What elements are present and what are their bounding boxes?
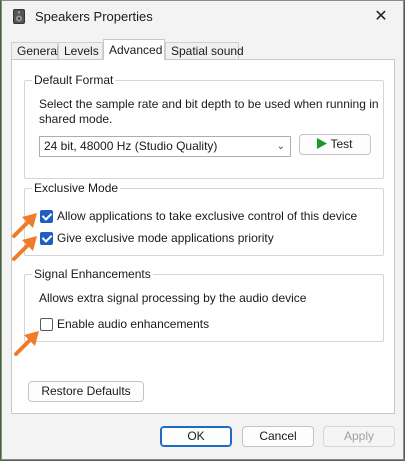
enable-enhancements-checkbox[interactable]: Enable audio enhancements — [40, 316, 209, 332]
tab-levels[interactable]: Levels — [58, 42, 103, 59]
window-title: Speakers Properties — [35, 9, 153, 24]
speakers-properties-dialog: Speakers Properties ✕ General Levels Adv… — [1, 0, 404, 460]
ok-button[interactable]: OK — [160, 426, 232, 447]
advanced-tab-panel: Default Format Select the sample rate an… — [11, 59, 395, 414]
chevron-down-icon: ⌄ — [276, 141, 285, 152]
default-format-description: Select the sample rate and bit depth to … — [39, 97, 379, 126]
title-bar: Speakers Properties ✕ — [2, 1, 403, 33]
checkbox-checked-icon — [40, 209, 53, 223]
play-icon — [317, 138, 328, 149]
test-button-label: Test — [330, 137, 353, 151]
exclusive-mode-label: Exclusive Mode — [32, 181, 121, 195]
speaker-icon — [13, 9, 25, 24]
cancel-button[interactable]: Cancel — [242, 426, 314, 447]
exclusive-mode-group: Exclusive Mode Allow applications to tak… — [24, 181, 384, 256]
tab-advanced[interactable]: Advanced — [103, 39, 165, 60]
signal-enhancements-group: Signal Enhancements Allows extra signal … — [24, 267, 384, 342]
default-format-group: Default Format Select the sample rate an… — [24, 73, 384, 179]
format-select-value: 24 bit, 48000 Hz (Studio Quality) — [44, 139, 218, 153]
tab-general[interactable]: General — [11, 42, 60, 59]
enable-enhancements-label: Enable audio enhancements — [57, 317, 210, 331]
apply-button[interactable]: Apply — [323, 426, 395, 447]
annotation-arrow-icon — [14, 331, 39, 356]
format-select[interactable]: 24 bit, 48000 Hz (Studio Quality) ⌄ — [39, 136, 291, 157]
restore-defaults-button[interactable]: Restore Defaults — [28, 381, 144, 402]
exclusive-priority-checkbox[interactable]: Give exclusive mode applications priorit… — [40, 230, 274, 246]
signal-enhancements-label: Signal Enhancements — [32, 267, 153, 281]
exclusive-priority-label: Give exclusive mode applications priorit… — [57, 231, 274, 245]
close-icon: ✕ — [374, 8, 388, 25]
checkbox-checked-icon — [40, 231, 53, 245]
exclusive-control-label: Allow applications to take exclusive con… — [57, 209, 358, 223]
exclusive-control-checkbox[interactable]: Allow applications to take exclusive con… — [40, 208, 357, 224]
signal-enhancements-description: Allows extra signal processing by the au… — [39, 291, 307, 305]
tab-spatial-sound[interactable]: Spatial sound — [165, 42, 244, 59]
annotation-arrow-icon — [12, 236, 37, 261]
default-format-label: Default Format — [32, 73, 116, 87]
test-button[interactable]: Test — [299, 134, 371, 155]
close-button[interactable]: ✕ — [359, 1, 403, 33]
